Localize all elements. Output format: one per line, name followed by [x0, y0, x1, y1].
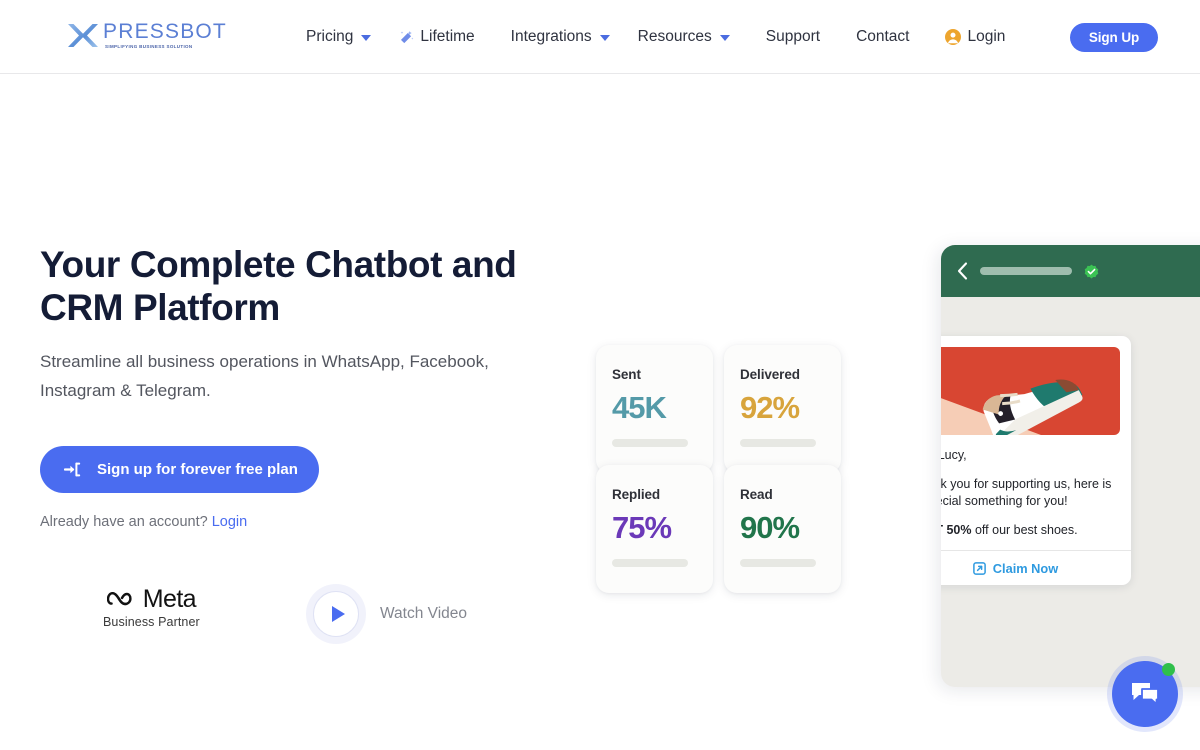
message-greeting: Hey Lucy, [941, 448, 967, 462]
nav-item-integrations[interactable]: Integrations [497, 22, 624, 52]
stat-placeholder-bar [612, 439, 688, 447]
stat-placeholder-bar [612, 559, 688, 567]
verified-badge-icon [1084, 264, 1099, 278]
stat-placeholder-bar [740, 559, 816, 567]
chat-header-bar [941, 245, 1200, 297]
chevron-down-icon [719, 35, 730, 41]
chat-bubbles-icon [1132, 683, 1159, 705]
contact-name-placeholder [980, 267, 1072, 275]
stat-card-delivered: Delivered 92% [724, 345, 841, 473]
nav-label-support: Support [765, 28, 821, 45]
message-body: Thank you for supporting us, here is a s… [941, 477, 1112, 508]
nav-item-resources[interactable]: Resources [624, 22, 744, 52]
play-icon [313, 591, 359, 637]
stat-value: 90% [740, 510, 800, 545]
page-title: Your Complete Chatbot and CRM Platform [40, 244, 517, 328]
nav-item-login[interactable]: Login [931, 22, 1019, 52]
claim-now-button[interactable]: Claim Now [941, 551, 1120, 585]
already-account-label: Already have an account? [40, 514, 208, 530]
online-status-dot [1162, 663, 1175, 676]
stat-placeholder-bar [740, 439, 816, 447]
message-offer-bold: FLAT 50% [941, 523, 972, 537]
nav-item-pricing[interactable]: Pricing [292, 22, 385, 52]
chat-message-text: Hey Lucy, Thank you for supporting us, h… [941, 435, 1120, 550]
nav-item-support[interactable]: Support [752, 22, 834, 52]
cta-label: Sign up for forever free plan [97, 461, 298, 478]
magic-wand-icon [401, 30, 414, 43]
chevron-down-icon [361, 35, 372, 41]
stat-label: Replied [612, 487, 661, 502]
stat-card-read: Read 90% [724, 465, 841, 593]
stat-value: 75% [612, 510, 672, 545]
message-offer-rest: off our best shoes. [971, 523, 1078, 537]
nav-label-login: Login [967, 28, 1006, 45]
nav-item-contact[interactable]: Contact [842, 22, 923, 52]
sign-in-arrow-icon [64, 462, 81, 477]
meta-wordmark: Meta [142, 585, 197, 613]
signup-free-plan-button[interactable]: Sign up for forever free plan [40, 446, 319, 493]
logo-wordmark: PRESSBOT [103, 20, 227, 43]
site-header: PRESSBOT SIMPLIFYING BUSINESS SOLUTION P… [0, 0, 1200, 74]
play-triangle-icon [331, 606, 345, 622]
main-navigation: Pricing Lifetime Integrations Resources … [292, 0, 1019, 74]
back-chevron-icon[interactable] [957, 262, 968, 280]
signup-button[interactable]: Sign Up [1070, 23, 1158, 52]
watch-video-button[interactable]: Watch Video [306, 584, 467, 644]
watch-video-label: Watch Video [380, 605, 468, 622]
nav-item-lifetime[interactable]: Lifetime [385, 22, 488, 52]
x-logo-icon [68, 24, 98, 47]
meta-business-partner-badge: Meta Business Partner [103, 586, 200, 629]
already-account-text: Already have an account? Login [40, 514, 247, 530]
stat-value: 45K [612, 390, 667, 425]
stat-label: Delivered [740, 367, 800, 382]
chevron-down-icon [599, 35, 610, 41]
play-button-ring [306, 584, 366, 644]
claim-now-label: Claim Now [992, 560, 1059, 576]
message-offer: FLAT 50% off our best shoes. [941, 522, 1119, 539]
nav-label-resources: Resources [637, 28, 712, 45]
chat-widget-launcher[interactable] [1107, 656, 1183, 732]
phone-chat-mockup: Hey Lucy, Thank you for supporting us, h… [941, 245, 1200, 687]
stat-label: Sent [612, 367, 641, 382]
meta-infinity-icon [106, 591, 132, 606]
stat-value: 92% [740, 390, 800, 425]
user-circle-icon [945, 29, 962, 45]
nav-label-pricing: Pricing [306, 28, 354, 45]
sneaker-product-photo [941, 347, 1120, 435]
meta-badge-subtitle: Business Partner [103, 615, 200, 629]
login-link[interactable]: Login [212, 514, 247, 530]
nav-label-integrations: Integrations [510, 28, 592, 45]
external-link-icon [972, 561, 986, 575]
stat-card-replied: Replied 75% [596, 465, 713, 593]
stat-label: Read [740, 487, 773, 502]
hero-subtitle: Streamline all business operations in Wh… [40, 352, 489, 400]
stat-card-sent: Sent 45K [596, 345, 713, 473]
chat-fab[interactable] [1112, 661, 1178, 727]
nav-label-contact: Contact [856, 28, 910, 45]
logo-tagline: SIMPLIFYING BUSINESS SOLUTION [105, 44, 193, 49]
chat-message-card: Hey Lucy, Thank you for supporting us, h… [941, 336, 1131, 585]
brand-logo[interactable]: PRESSBOT SIMPLIFYING BUSINESS SOLUTION [66, 20, 227, 51]
nav-label-lifetime: Lifetime [420, 28, 475, 45]
